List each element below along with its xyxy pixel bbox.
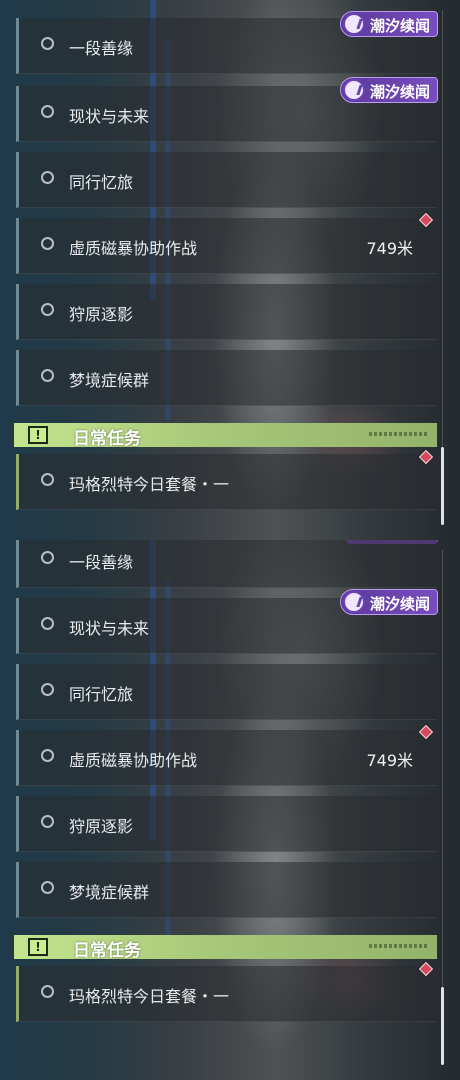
event-badge-label: 潮汐续闻 bbox=[370, 83, 431, 101]
exclamation-icon: ! bbox=[28, 426, 48, 444]
event-logo-icon bbox=[343, 13, 365, 35]
quest-name: 虚质磁暴协助作战 bbox=[69, 751, 198, 770]
quest-name: 狩原逐影 bbox=[69, 817, 134, 836]
radio-circle-icon bbox=[41, 303, 54, 316]
radio-circle-icon bbox=[41, 105, 54, 118]
quest-distance: 749米 bbox=[366, 751, 413, 770]
event-badge-label: 潮汐续闻 bbox=[370, 595, 431, 613]
section-title: 日常任务 bbox=[73, 429, 141, 449]
quest-name: 狩原逐影 bbox=[69, 305, 134, 324]
daily-section-header[interactable]: ! 日常任务 bbox=[14, 423, 437, 449]
quest-item-3[interactable]: 同行忆旅 bbox=[16, 152, 437, 208]
quest-name: 现状与未来 bbox=[69, 619, 150, 638]
event-badge-label: 潮汐续闻 bbox=[370, 17, 431, 35]
quest-item-3[interactable]: 同行忆旅 bbox=[16, 664, 437, 720]
radio-circle-icon bbox=[41, 171, 54, 184]
quest-name: 梦境症候群 bbox=[69, 883, 150, 902]
quest-name: 同行忆旅 bbox=[69, 685, 134, 704]
radio-circle-icon bbox=[41, 551, 54, 564]
quest-item-5[interactable]: 狩原逐影 bbox=[16, 796, 437, 852]
radio-circle-icon bbox=[41, 617, 54, 630]
quest-name: 梦境症候群 bbox=[69, 371, 150, 390]
quest-item-6[interactable]: 梦境症候群 bbox=[16, 862, 437, 918]
quest-distance: 749米 bbox=[366, 239, 413, 258]
daily-quest-item[interactable]: 玛格烈特今日套餐・一 bbox=[16, 966, 437, 1022]
quest-item-4[interactable]: 虚质磁暴协助作战 749米 bbox=[16, 218, 437, 274]
event-badge[interactable]: 潮汐续闻 bbox=[340, 77, 438, 103]
section-title: 日常任务 bbox=[73, 941, 141, 961]
daily-section-header[interactable]: ! 日常任务 bbox=[14, 935, 437, 961]
radio-circle-icon bbox=[41, 985, 54, 998]
quest-item-5[interactable]: 狩原逐影 bbox=[16, 284, 437, 340]
decor-text bbox=[369, 432, 427, 436]
quest-name: 虚质磁暴协助作战 bbox=[69, 239, 198, 258]
quest-panel-bottom: 一段善缘 现状与未来 潮汐续闻 同行忆旅 虚质磁暴协助作战 749米 狩原逐影 … bbox=[0, 540, 460, 1080]
radio-circle-icon bbox=[41, 473, 54, 486]
daily-quest-item[interactable]: 玛格烈特今日套餐・一 bbox=[16, 454, 437, 510]
radio-circle-icon bbox=[41, 683, 54, 696]
event-badge[interactable]: 潮汐续闻 bbox=[340, 589, 438, 615]
scrollbar-thumb[interactable] bbox=[441, 987, 444, 1065]
radio-circle-icon bbox=[41, 881, 54, 894]
quest-panel-top: 一段善缘 潮汐续闻 现状与未来 潮汐续闻 同行忆旅 虚质磁暴协助作战 749米 … bbox=[0, 0, 460, 540]
decor-text bbox=[369, 944, 427, 948]
radio-circle-icon bbox=[41, 37, 54, 50]
event-badge[interactable]: 潮汐续闻 bbox=[340, 11, 438, 37]
quest-name: 现状与未来 bbox=[69, 107, 150, 126]
event-logo-icon bbox=[343, 591, 365, 613]
radio-circle-icon bbox=[41, 815, 54, 828]
quest-name: 玛格烈特今日套餐・一 bbox=[69, 475, 230, 494]
quest-name: 同行忆旅 bbox=[69, 173, 134, 192]
scrollbar-thumb[interactable] bbox=[441, 447, 444, 525]
radio-circle-icon bbox=[41, 237, 54, 250]
quest-name: 玛格烈特今日套餐・一 bbox=[69, 987, 230, 1006]
quest-item-1[interactable]: 一段善缘 bbox=[16, 540, 437, 588]
exclamation-icon: ! bbox=[28, 938, 48, 956]
event-logo-icon bbox=[343, 79, 365, 101]
quest-name: 一段善缘 bbox=[69, 39, 134, 58]
radio-circle-icon bbox=[41, 749, 54, 762]
quest-item-4[interactable]: 虚质磁暴协助作战 749米 bbox=[16, 730, 437, 786]
radio-circle-icon bbox=[41, 369, 54, 382]
quest-name: 一段善缘 bbox=[69, 553, 134, 572]
quest-item-6[interactable]: 梦境症候群 bbox=[16, 350, 437, 406]
